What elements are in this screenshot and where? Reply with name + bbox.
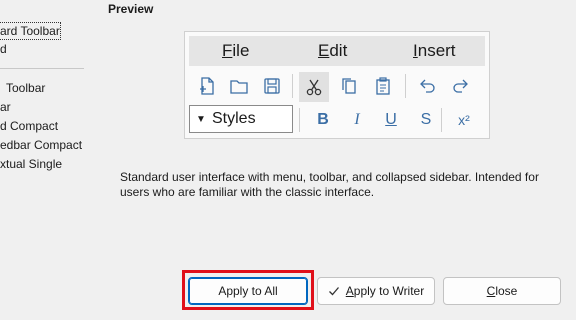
new-document-icon bbox=[195, 74, 219, 98]
paste-icon bbox=[371, 74, 395, 98]
list-item-3[interactable]: Toolbar bbox=[6, 80, 45, 96]
styles-label: Styles bbox=[212, 110, 256, 127]
list-item-label: xtual Single bbox=[0, 157, 63, 171]
list-item-label: ard Toolbar bbox=[0, 24, 60, 38]
toolbar-separator bbox=[292, 74, 293, 98]
label-rest: pply to Writer bbox=[353, 284, 425, 298]
list-item-standard-toolbar[interactable]: ard Toolbar bbox=[0, 22, 61, 40]
close-button[interactable]: Close bbox=[443, 277, 561, 305]
underline-icon: U bbox=[385, 111, 397, 128]
menu-rest: dit bbox=[329, 41, 348, 60]
list-item-label: d Compact bbox=[0, 119, 59, 133]
redo-icon bbox=[449, 74, 473, 98]
list-item-label: edbar Compact bbox=[0, 138, 83, 152]
label-rest: lose bbox=[495, 284, 518, 298]
cut-icon bbox=[299, 72, 329, 102]
strikethrough-icon: S bbox=[420, 111, 432, 128]
apply-to-writer-button[interactable]: Apply to Writer bbox=[317, 277, 435, 305]
apply-to-all-button[interactable]: Apply to All bbox=[188, 277, 308, 305]
list-item-label: Toolbar bbox=[6, 81, 46, 95]
preview-heading: Preview bbox=[108, 2, 154, 16]
chevron-down-icon: ▼ bbox=[196, 113, 206, 125]
list-item-6[interactable]: edbar Compact bbox=[0, 137, 82, 153]
bold-icon: B bbox=[317, 111, 329, 128]
list-item-5[interactable]: d Compact bbox=[0, 118, 58, 134]
button-label: Apply to All bbox=[218, 284, 278, 298]
superscript-icon: x² bbox=[458, 112, 470, 128]
italic-icon: I bbox=[354, 111, 360, 128]
checkmark-icon bbox=[328, 287, 339, 296]
mnemonic: A bbox=[345, 284, 354, 298]
open-folder-icon bbox=[227, 74, 251, 98]
button-label: Close bbox=[487, 284, 518, 298]
list-divider bbox=[0, 68, 84, 69]
layout-description: Standard user interface with menu, toolb… bbox=[120, 170, 539, 199]
list-item-label: ar bbox=[0, 100, 11, 114]
menu-rest: nsert bbox=[417, 41, 456, 60]
mnemonic: E bbox=[318, 41, 330, 60]
ui-variant-list: ard Toolbar d Toolbar ar d Compact edbar… bbox=[0, 0, 100, 320]
styles-dropdown: ▼ Styles bbox=[189, 105, 293, 133]
toolbar-separator bbox=[405, 74, 406, 98]
list-item-label: d bbox=[0, 42, 7, 56]
save-icon bbox=[260, 74, 284, 98]
preview-menubar: File Edit Insert bbox=[189, 36, 485, 66]
preview-menu-file: File bbox=[222, 41, 249, 61]
toolbar-separator bbox=[441, 108, 442, 132]
list-item-4[interactable]: ar bbox=[0, 99, 11, 115]
preview-menu-edit: Edit bbox=[318, 41, 347, 61]
menu-rest: ile bbox=[232, 41, 250, 60]
undo-icon bbox=[415, 74, 439, 98]
preview-image: File Edit Insert ▼ Styles B I U S x² bbox=[184, 31, 490, 139]
preview-menu-insert: Insert bbox=[413, 41, 456, 61]
copy-icon bbox=[337, 74, 361, 98]
button-label: Apply to Writer bbox=[346, 284, 424, 298]
list-item-7[interactable]: xtual Single bbox=[0, 156, 62, 172]
list-item-2[interactable]: d bbox=[0, 41, 7, 57]
toolbar-separator bbox=[299, 108, 300, 132]
mnemonic: F bbox=[222, 41, 233, 60]
